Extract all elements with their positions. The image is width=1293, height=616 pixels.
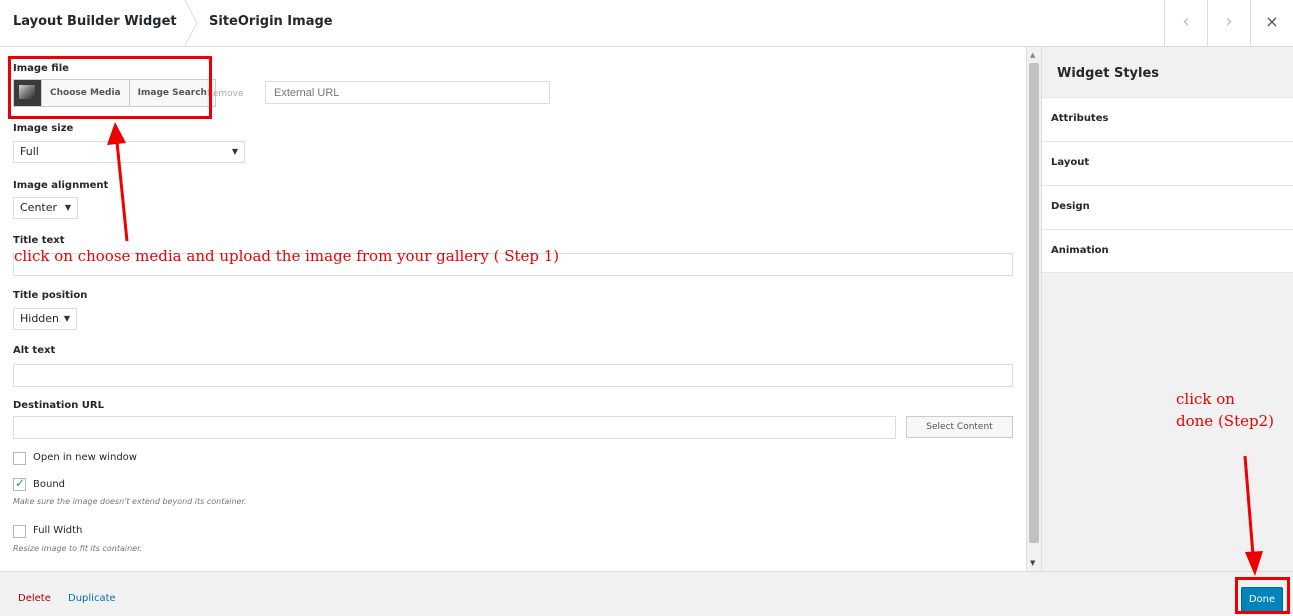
sidebar-section-design[interactable]: Design <box>1042 185 1293 229</box>
select-content-button[interactable]: Select Content <box>906 416 1013 438</box>
title-text-label: Title text <box>13 235 65 246</box>
open-new-window-label: Open in new window <box>33 452 137 463</box>
image-alignment-value: Center <box>20 201 58 214</box>
destination-url-label: Destination URL <box>13 400 104 411</box>
chevron-left-icon: ‹ <box>1182 11 1190 32</box>
title-position-label: Title position <box>13 290 88 301</box>
annotation-step2-line2: done (Step2) <box>1176 412 1274 430</box>
remove-image-link[interactable]: Remove <box>207 89 244 99</box>
annotation-step1-text: click on choose media and upload the ima… <box>14 247 560 265</box>
sidebar-section-animation[interactable]: Animation <box>1042 229 1293 273</box>
scroll-down-icon[interactable]: ▼ <box>1030 559 1035 567</box>
full-width-label: Full Width <box>33 525 83 536</box>
checkmark-icon: ✓ <box>15 476 26 490</box>
duplicate-link[interactable]: Duplicate <box>68 593 116 604</box>
widget-styles-title: Widget Styles <box>1042 47 1293 97</box>
alt-text-label: Alt text <box>13 345 56 356</box>
sidebar-section-layout[interactable]: Layout <box>1042 141 1293 185</box>
breadcrumb-siteorigin-image: SiteOrigin Image <box>209 14 333 29</box>
dropdown-arrow-icon: ▼ <box>231 147 238 156</box>
dropdown-arrow-icon: ▼ <box>64 203 71 212</box>
annotation-box-done <box>1235 577 1290 614</box>
image-alignment-label: Image alignment <box>13 180 109 191</box>
external-url-input[interactable] <box>265 81 550 104</box>
dialog-header: Layout Builder Widget SiteOrigin Image ‹… <box>0 0 1293 47</box>
image-size-select[interactable]: Full ▼ <box>13 141 245 163</box>
chevron-right-icon: › <box>1225 11 1233 32</box>
bound-checkbox[interactable]: ✓ <box>13 476 26 491</box>
alt-text-input[interactable] <box>13 364 1013 387</box>
title-position-value: Hidden <box>20 312 60 325</box>
annotation-step2-line1: click on <box>1176 390 1235 408</box>
image-size-label: Image size <box>13 123 74 134</box>
full-width-description: Resize image to fit its container. <box>13 544 143 553</box>
next-button[interactable]: › <box>1207 0 1250 46</box>
previous-button[interactable]: ‹ <box>1164 0 1207 46</box>
dialog-footer: Delete Duplicate Done <box>0 571 1293 616</box>
scrollbar-thumb[interactable] <box>1029 63 1039 543</box>
close-button[interactable]: × <box>1250 0 1293 46</box>
annotation-box-image-file <box>8 56 212 119</box>
full-width-checkbox[interactable] <box>13 525 26 538</box>
image-size-value: Full <box>20 145 39 158</box>
image-alignment-select[interactable]: Center ▼ <box>13 197 78 219</box>
delete-link[interactable]: Delete <box>18 593 51 604</box>
breadcrumb-separator <box>184 0 198 46</box>
annotation-arrow-step1 <box>107 122 129 242</box>
open-new-window-checkbox[interactable] <box>13 452 26 465</box>
scroll-up-icon[interactable]: ▲ <box>1030 51 1035 59</box>
destination-url-input[interactable] <box>13 416 896 439</box>
bound-label: Bound <box>33 479 66 490</box>
close-icon: × <box>1265 12 1279 31</box>
bound-description: Make sure the image doesn't extend beyon… <box>13 497 247 506</box>
dropdown-arrow-icon: ▼ <box>63 314 70 323</box>
breadcrumb-layout-builder[interactable]: Layout Builder Widget <box>13 14 177 29</box>
widget-styles-sidebar: Widget Styles Attributes Layout Design A… <box>1041 47 1293 571</box>
title-position-select[interactable]: Hidden ▼ <box>13 308 77 330</box>
sidebar-section-attributes[interactable]: Attributes <box>1042 97 1293 141</box>
form-scrollbar[interactable]: ▲ ▼ <box>1026 47 1041 571</box>
